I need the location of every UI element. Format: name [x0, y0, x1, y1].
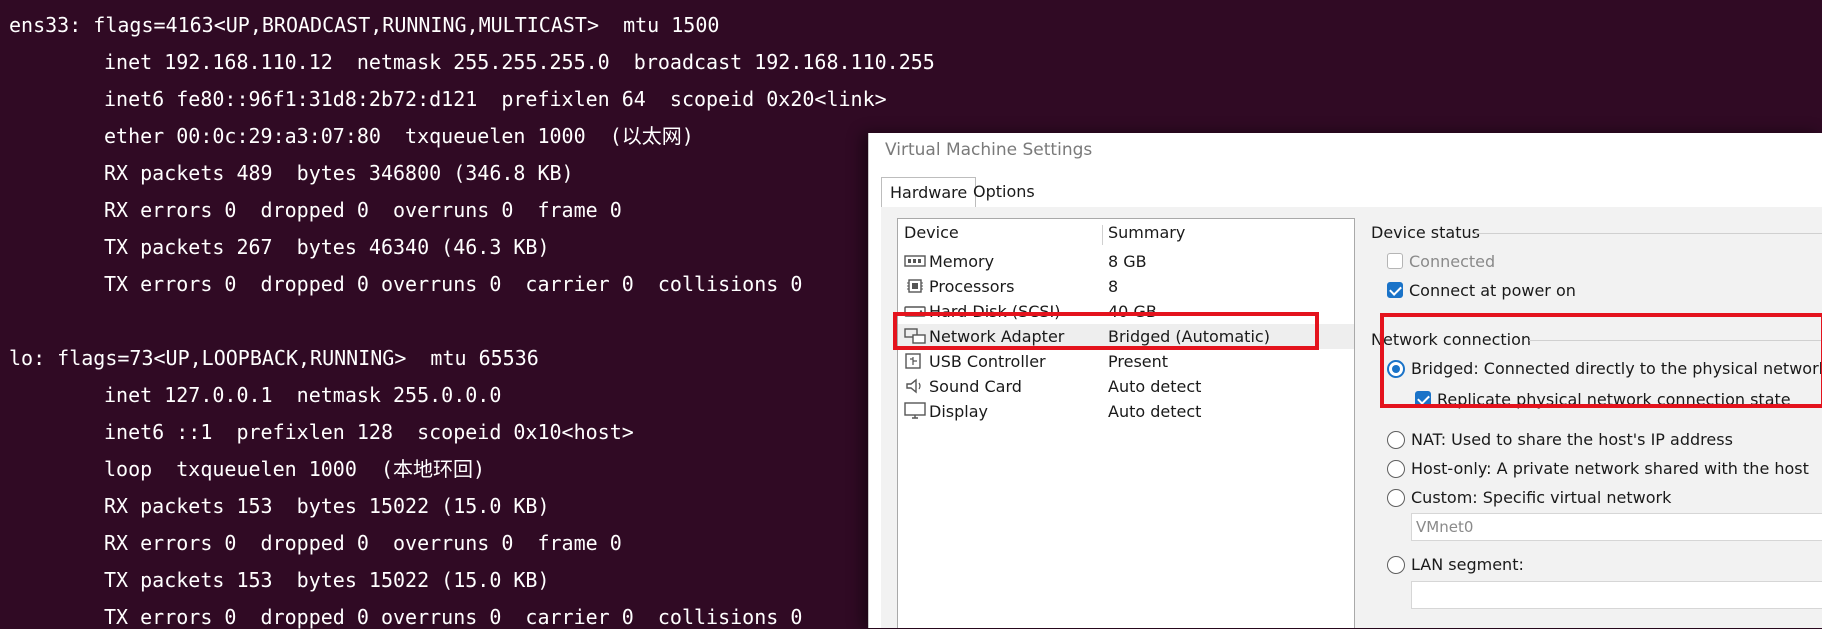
device-summary: Bridged (Automatic) — [1108, 327, 1270, 346]
device-summary: 8 GB — [1108, 252, 1147, 271]
device-column-header[interactable]: Device — [904, 223, 959, 242]
device-summary: Auto detect — [1108, 402, 1202, 421]
terminal-line: ether 00:0c:29:a3:07:80 txqueuelen 1000 … — [104, 124, 694, 148]
host-only-radio[interactable] — [1387, 460, 1405, 478]
terminal-line: inet 192.168.110.12 netmask 255.255.255.… — [104, 50, 935, 74]
device-name: Display — [929, 402, 988, 421]
custom-network-select[interactable]: VMnet0 — [1411, 513, 1822, 541]
connected-checkbox[interactable] — [1387, 253, 1403, 269]
terminal-line: TX errors 0 dropped 0 overruns 0 carrier… — [104, 272, 803, 296]
device-settings-panel: Device status Connected Connect at power… — [1371, 218, 1822, 628]
device-row-processors[interactable]: Processors 8 — [898, 274, 1354, 299]
hard-disk-icon — [904, 302, 926, 320]
bridged-label: Bridged: Connected directly to the physi… — [1411, 359, 1822, 378]
lan-segment-select[interactable] — [1411, 581, 1822, 609]
device-list[interactable]: Device Summary Memory 8 GB Processors 8 Hard… — [897, 218, 1355, 628]
monitor-icon — [904, 402, 926, 420]
section-divider — [1475, 233, 1822, 234]
tab-hardware[interactable]: Hardware — [881, 177, 977, 209]
speaker-icon — [904, 377, 926, 395]
terminal-line: TX packets 267 bytes 46340 (46.3 KB) — [104, 235, 550, 259]
connect-at-power-on-label: Connect at power on — [1409, 281, 1576, 300]
terminal-line: inet 127.0.0.1 netmask 255.0.0.0 — [104, 383, 502, 407]
terminal-line: loop txqueuelen 1000 (本地环回) — [104, 457, 486, 481]
device-summary: Present — [1108, 352, 1169, 371]
device-name: Sound Card — [929, 377, 1022, 396]
terminal-line: RX errors 0 dropped 0 overruns 0 frame 0 — [104, 198, 622, 222]
device-name: USB Controller — [929, 352, 1046, 371]
vm-settings-dialog: Virtual Machine Settings Hardware Option… — [868, 133, 1822, 628]
summary-column-header[interactable]: Summary — [1108, 223, 1185, 242]
device-name: Hard Disk (SCSI) — [929, 302, 1061, 321]
replicate-state-checkbox[interactable] — [1415, 391, 1431, 407]
memory-icon — [904, 252, 926, 270]
terminal-line: RX packets 153 bytes 15022 (15.0 KB) — [104, 494, 550, 518]
terminal-line: TX packets 153 bytes 15022 (15.0 KB) — [104, 568, 550, 592]
processor-icon — [904, 277, 926, 295]
terminal-line: TX errors 0 dropped 0 overruns 0 carrier… — [104, 605, 803, 629]
terminal-interface-header: lo: flags=73<UP,LOOPBACK,RUNNING> mtu 65… — [9, 346, 539, 370]
terminal-line: inet6 fe80::96f1:31d8:2b72:d121 prefixle… — [104, 87, 887, 111]
device-name: Network Adapter — [929, 327, 1065, 346]
usb-icon — [904, 352, 926, 370]
nat-radio[interactable] — [1387, 431, 1405, 449]
tab-bar: Hardware Options — [881, 177, 1822, 209]
device-summary: 8 — [1108, 277, 1119, 296]
dialog-title: Virtual Machine Settings — [885, 140, 1093, 160]
tab-options[interactable]: Options — [965, 177, 1043, 206]
device-row-memory[interactable]: Memory 8 GB — [898, 249, 1354, 274]
connected-label: Connected — [1409, 252, 1496, 271]
terminal-line: RX errors 0 dropped 0 overruns 0 frame 0 — [104, 531, 622, 555]
device-row-usb-controller[interactable]: USB Controller Present — [898, 349, 1354, 374]
device-summary: Auto detect — [1108, 377, 1202, 396]
host-only-label: Host-only: A private network shared with… — [1411, 459, 1809, 478]
network-connection-title: Network connection — [1371, 330, 1532, 349]
column-divider[interactable] — [1102, 225, 1103, 245]
dialog-titlebar[interactable]: Virtual Machine Settings — [869, 133, 1822, 169]
section-divider — [1529, 340, 1822, 341]
terminal-line: RX packets 489 bytes 346800 (346.8 KB) — [104, 161, 574, 185]
device-list-header: Device Summary — [898, 223, 1354, 247]
lan-segment-label: LAN segment: — [1411, 555, 1524, 574]
device-summary: 40 GB — [1108, 302, 1157, 321]
terminal-line: inet6 ::1 prefixlen 128 scopeid 0x10<hos… — [104, 420, 634, 444]
device-name: Processors — [929, 277, 1015, 296]
replicate-state-label: Replicate physical network connection st… — [1437, 390, 1791, 409]
nat-label: NAT: Used to share the host's IP address — [1411, 430, 1733, 449]
lan-segment-radio[interactable] — [1387, 556, 1405, 574]
network-adapter-icon — [904, 327, 926, 345]
device-row-sound-card[interactable]: Sound Card Auto detect — [898, 374, 1354, 399]
connect-at-power-on-checkbox[interactable] — [1387, 282, 1403, 298]
device-row-hard-disk-scsi[interactable]: Hard Disk (SCSI) 40 GB — [898, 299, 1354, 324]
device-name: Memory — [929, 252, 995, 271]
device-row-display[interactable]: Display Auto detect — [898, 399, 1354, 424]
device-row-network-adapter[interactable]: Network Adapter Bridged (Automatic) — [898, 324, 1354, 349]
bridged-radio[interactable] — [1387, 360, 1405, 378]
custom-radio[interactable] — [1387, 489, 1405, 507]
custom-label: Custom: Specific virtual network — [1411, 488, 1672, 507]
terminal-interface-header: ens33: flags=4163<UP,BROADCAST,RUNNING,M… — [9, 13, 720, 37]
device-status-title: Device status — [1371, 223, 1480, 242]
